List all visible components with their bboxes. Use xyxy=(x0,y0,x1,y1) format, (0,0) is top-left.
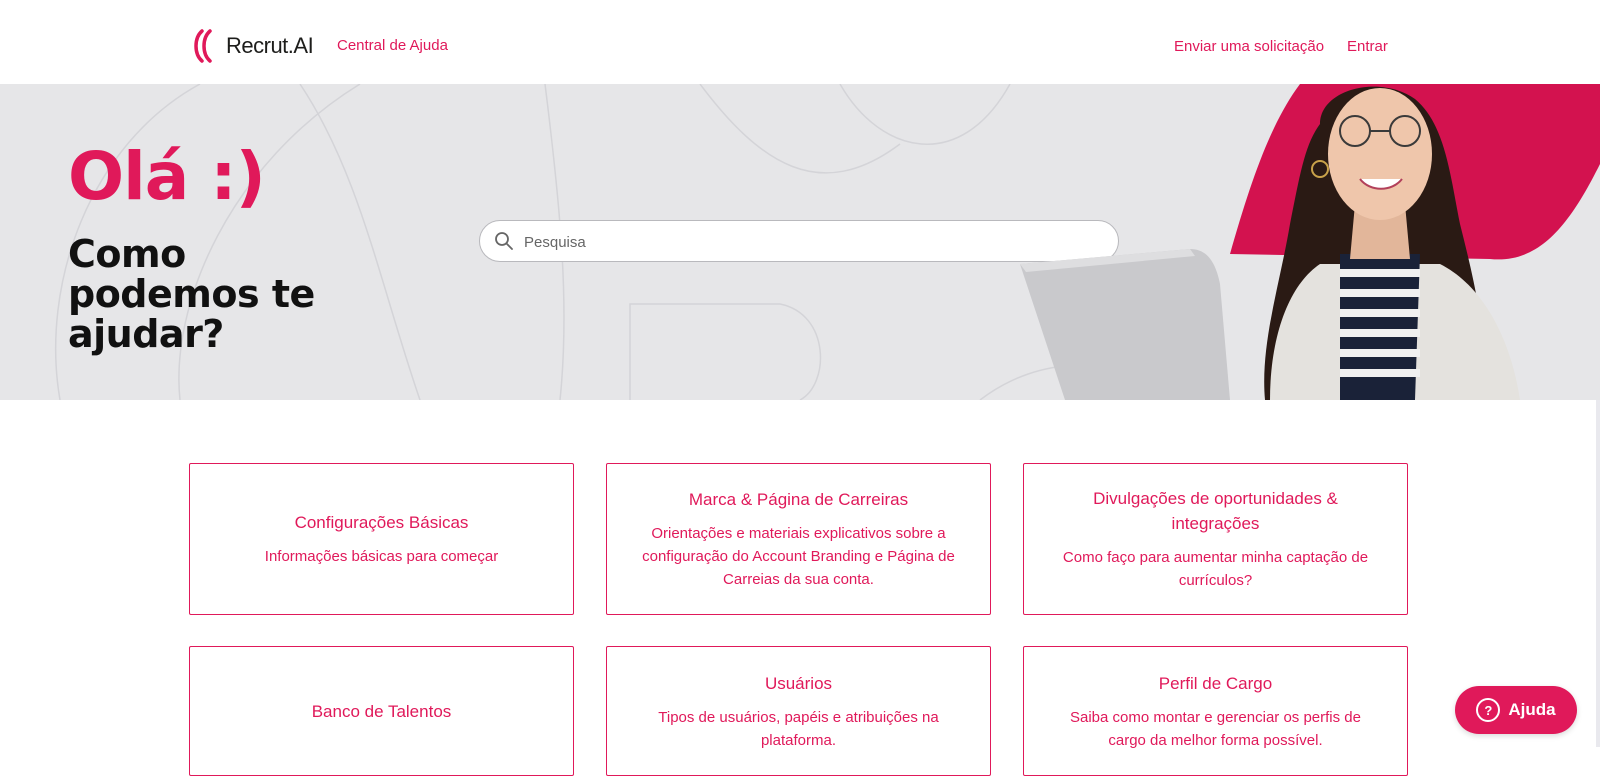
card-title: Perfil de Cargo xyxy=(1158,674,1273,693)
hero-banner: Olá :) Como podemos te ajudar? xyxy=(0,84,1600,400)
category-card-users[interactable]: Usuários Tipos de usuários, papéis e atr… xyxy=(606,646,991,776)
card-title: Divulgações de oportunidades & integraçõ… xyxy=(1093,489,1338,533)
woman-with-laptop-photo xyxy=(1020,84,1600,400)
card-title: Banco de Talentos xyxy=(311,702,452,721)
search-icon xyxy=(495,232,513,250)
card-title: Marca & Página de Carreiras xyxy=(688,490,909,509)
category-card-job-profile[interactable]: Perfil de Cargo Saiba como montar e gere… xyxy=(1023,646,1408,776)
category-card-brand-careers[interactable]: Marca & Página de Carreiras Orientações … xyxy=(606,463,991,615)
card-title: Configurações Básicas xyxy=(294,513,469,532)
logo-text: Recrut.AI xyxy=(226,33,314,58)
site-header: Recrut.AI Central de Ajuda Enviar uma so… xyxy=(0,0,1600,84)
card-description: Informações básicas para começar xyxy=(264,548,499,565)
category-card-job-postings[interactable]: Divulgações de oportunidades & integraçõ… xyxy=(1023,463,1408,615)
category-card-talent-pool[interactable]: Banco de Talentos xyxy=(189,646,574,776)
logo-brackets-icon xyxy=(194,29,212,63)
category-card-basic-settings[interactable]: Configurações Básicas Informações básica… xyxy=(189,463,574,615)
card-description: Orientações e materiais explicativos sob… xyxy=(642,525,955,588)
help-widget-button[interactable]: ? Ajuda xyxy=(1455,686,1577,734)
card-title: Usuários xyxy=(764,674,833,693)
hero-headline: Como podemos te ajudar? xyxy=(68,232,315,356)
send-request-link[interactable]: Enviar uma solicitação xyxy=(1174,38,1324,55)
login-link[interactable]: Entrar xyxy=(1347,38,1388,55)
help-center-title[interactable]: Central de Ajuda xyxy=(337,37,448,54)
recrut-ai-logo[interactable]: Recrut.AI xyxy=(190,28,314,64)
card-description: Saiba como montar e gerenciar os perfis … xyxy=(1070,709,1361,749)
greeting-text: Olá :) xyxy=(68,138,266,215)
question-mark-icon: ? xyxy=(1476,698,1501,722)
card-description: Como faço para aumentar minha captação d… xyxy=(1062,549,1369,589)
help-widget-label: Ajuda xyxy=(1508,700,1556,719)
card-description: Tipos de usuários, papéis e atribuições … xyxy=(658,709,939,749)
search-input[interactable] xyxy=(522,221,1106,263)
